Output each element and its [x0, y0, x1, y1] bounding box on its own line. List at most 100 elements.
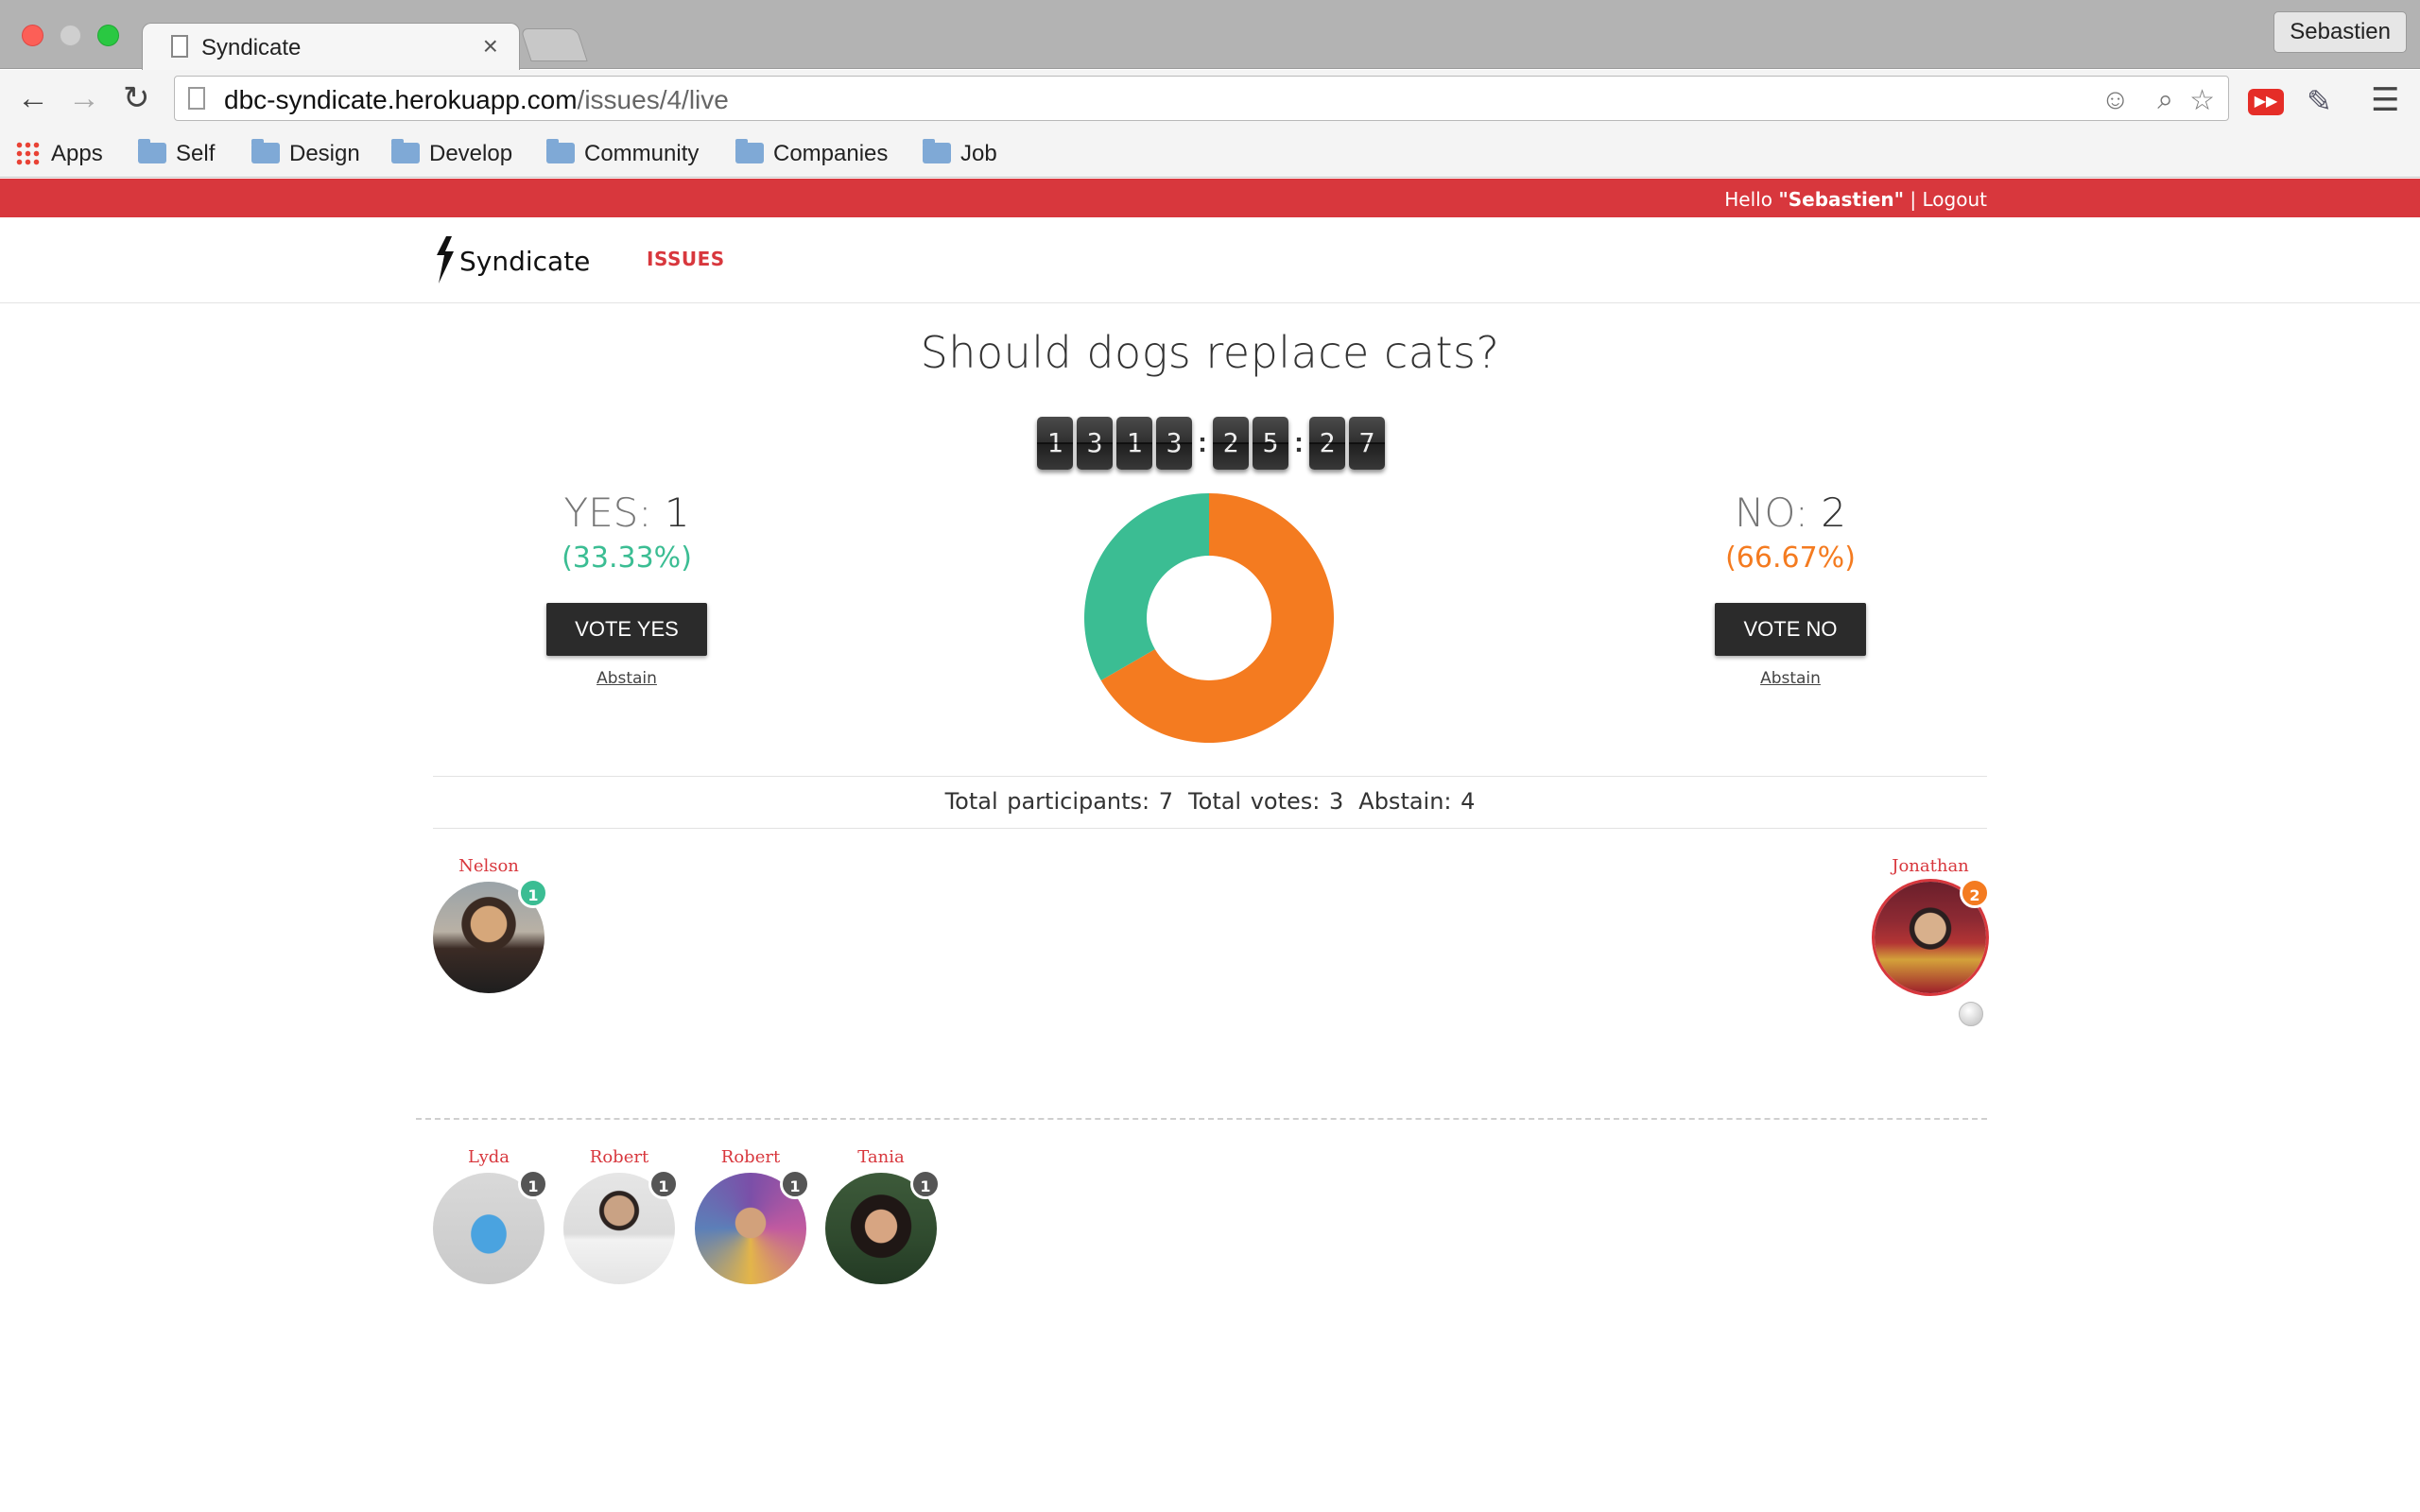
divider [433, 776, 1987, 777]
bookmark-label: Self [176, 141, 216, 166]
url-path: /issues/4/live [577, 85, 729, 114]
countdown-digit: 1 [1037, 417, 1073, 470]
nav-issues-link[interactable]: ISSUES [647, 248, 725, 270]
total-votes: Total votes: 3 [1188, 788, 1344, 815]
countdown-digit: 2 [1213, 417, 1249, 470]
countdown-digit: 2 [1309, 417, 1345, 470]
abstain-link-no[interactable]: Abstain [1620, 669, 1961, 688]
user-bar: Hello "Sebastien" | Logout [0, 179, 2420, 217]
browser-toolbar: ← → ↻ dbc-syndicate.herokuapp.com/issues… [0, 70, 2420, 130]
voter-name: Robert [589, 1147, 649, 1167]
voter-name: Robert [720, 1147, 781, 1167]
countdown-timer: 1313:25:27 [1037, 417, 1389, 470]
bookmark-apps[interactable]: Apps [15, 140, 103, 168]
countdown-separator: : [1294, 427, 1304, 458]
vote-badge: 1 [780, 1169, 810, 1199]
bookmark-companies[interactable]: Companies [735, 139, 889, 168]
bookmark-label: Job [960, 141, 997, 166]
tab-title: Syndicate [201, 35, 302, 60]
brand-name: Syndicate [459, 246, 591, 277]
bookmark-develop[interactable]: Develop [391, 139, 513, 168]
folder-icon [251, 139, 280, 163]
divider [433, 828, 1987, 829]
bookmark-label: Develop [429, 141, 513, 166]
bookmark-self[interactable]: Self [138, 139, 216, 168]
vote-badge: 2 [1960, 878, 1990, 908]
bookmark-label: Community [584, 141, 700, 166]
url-text[interactable]: dbc-syndicate.herokuapp.com/issues/4/liv… [224, 85, 729, 115]
browser-menu-icon[interactable]: ☰ [2371, 81, 2399, 119]
abstain-link-yes[interactable]: Abstain [457, 669, 797, 688]
no-tally: NO: 2 [1620, 490, 1961, 536]
window-close-button[interactable] [22, 25, 43, 46]
folder-icon [735, 139, 764, 163]
abstainers-divider [416, 1118, 1987, 1120]
yes-percent: (33.33%) [562, 541, 692, 575]
browser-tab[interactable]: Syndicate × [142, 23, 520, 70]
status-dot-icon [1959, 1002, 1983, 1026]
voter-name: Lyda [467, 1147, 510, 1167]
apps-grid-icon [15, 141, 40, 165]
zoom-icon[interactable]: ⌕ [2157, 84, 2173, 116]
page-icon [188, 87, 205, 110]
abstain-count: Abstain: 4 [1358, 788, 1476, 815]
no-percent: (66.67%) [1725, 541, 1856, 575]
vote-yes-button[interactable]: VOTE YES [546, 603, 707, 656]
window-maximize-button[interactable] [97, 25, 119, 46]
countdown-digit: 3 [1156, 417, 1192, 470]
reload-icon[interactable]: ↻ [123, 81, 150, 115]
folder-icon [138, 139, 166, 163]
countdown-digit: 3 [1077, 417, 1113, 470]
address-bar[interactable]: dbc-syndicate.herokuapp.com/issues/4/liv… [174, 76, 2229, 121]
greeting-user: "Sebastien" [1778, 188, 1905, 211]
extension-avatar-icon[interactable]: ☺ [2100, 84, 2130, 116]
yes-label: YES: [563, 490, 665, 536]
url-host: dbc-syndicate.herokuapp.com [224, 85, 578, 114]
bookmarks-bar: Apps Self Design Develop Community Compa… [0, 130, 2420, 178]
folder-icon [391, 139, 420, 163]
avatar: 1 [825, 1169, 941, 1284]
color-dropper-icon[interactable]: ✎ [2307, 83, 2332, 119]
bookmark-label: Companies [773, 141, 889, 166]
countdown-digit: 7 [1349, 417, 1385, 470]
greeting-prefix: Hello [1724, 188, 1779, 211]
no-count: 2 [1821, 490, 1846, 536]
greeting: Hello "Sebastien" | Logout [1724, 188, 1987, 211]
tab-close-icon[interactable]: × [483, 31, 498, 61]
voter-yes[interactable]: Nelson 1 [427, 856, 550, 993]
voter-no[interactable]: Jonathan 2 [1869, 856, 1992, 993]
folder-icon [546, 139, 575, 163]
countdown-digit: 1 [1116, 417, 1152, 470]
abstainer[interactable]: Robert 1 [558, 1147, 681, 1284]
abstainer[interactable]: Robert 1 [689, 1147, 812, 1284]
avatar: 1 [563, 1169, 679, 1284]
voter-name: Tania [857, 1147, 905, 1167]
vote-badge: 1 [648, 1169, 679, 1199]
profile-button[interactable]: Sebastien [2273, 11, 2407, 53]
bookmark-job[interactable]: Job [923, 139, 997, 168]
vote-no-button[interactable]: VOTE NO [1715, 603, 1866, 656]
folder-icon [923, 139, 951, 163]
bookmark-community[interactable]: Community [546, 139, 700, 168]
window-minimize-button[interactable] [60, 25, 81, 46]
vote-badge: 1 [910, 1169, 941, 1199]
site-header: Syndicate ISSUES [0, 217, 2420, 303]
lightning-bolt-icon [437, 236, 454, 284]
new-tab-button[interactable] [520, 28, 588, 61]
abstainer[interactable]: Lyda 1 [427, 1147, 550, 1284]
bookmark-design[interactable]: Design [251, 139, 360, 168]
countdown-separator: : [1198, 427, 1207, 458]
bookmark-star-icon[interactable]: ☆ [2189, 84, 2215, 117]
avatar: 1 [433, 1169, 548, 1284]
total-participants: Total participants: 7 [944, 788, 1174, 815]
voter-name: Nelson [458, 856, 519, 876]
youtube-extension-icon[interactable]: ▶▶ [2248, 89, 2284, 115]
issue-question: Should dogs replace cats? [920, 327, 1500, 378]
abstainer[interactable]: Tania 1 [820, 1147, 942, 1284]
logout-link[interactable]: Logout [1923, 188, 1987, 211]
forward-arrow-icon[interactable]: → [68, 81, 100, 115]
yes-panel: YES: 1 (33.33%) VOTE YES Abstain [457, 490, 797, 688]
bookmark-label: Apps [51, 141, 103, 166]
back-arrow-icon[interactable]: ← [17, 81, 49, 115]
vote-badge: 1 [518, 1169, 548, 1199]
